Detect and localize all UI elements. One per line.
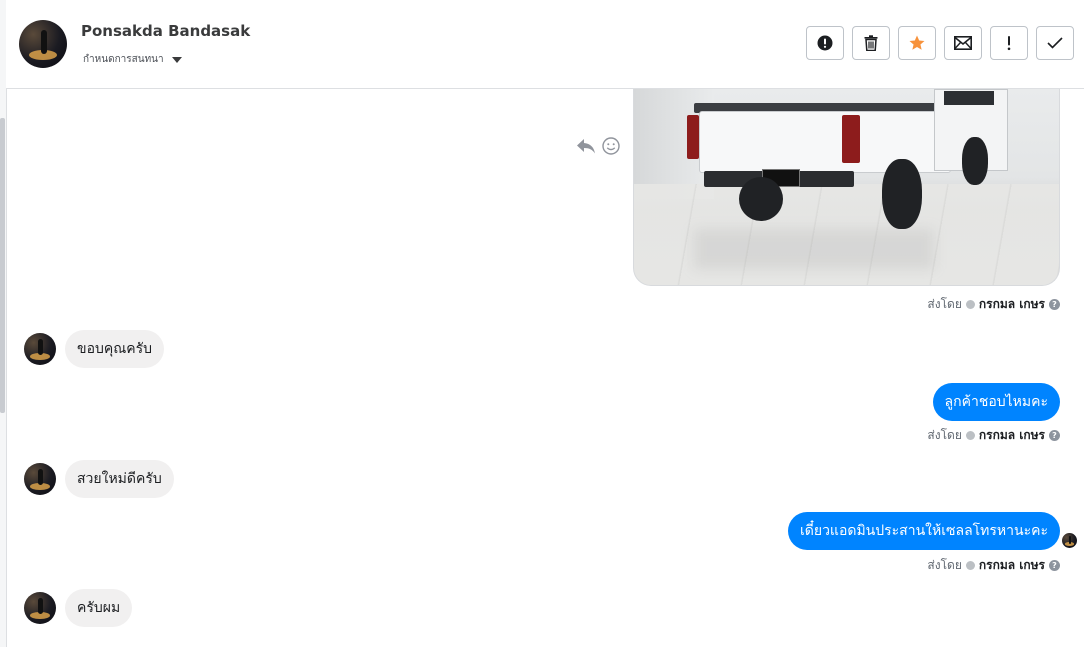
- sent-by-label: ส่งโดย: [927, 558, 962, 572]
- agent-name[interactable]: กรกมล เกษร: [979, 556, 1045, 575]
- help-icon[interactable]: ?: [1049, 299, 1060, 310]
- seen-receipt-avatar: [1062, 533, 1077, 548]
- trash-icon: [864, 35, 878, 51]
- conversation-header: Ponsakda Bandasak กำหนดการสนทนา: [6, 0, 1084, 89]
- incoming-message: ขอบคุณครับ: [24, 330, 164, 368]
- contact-avatar[interactable]: [19, 20, 67, 68]
- help-icon[interactable]: ?: [1049, 430, 1060, 441]
- outgoing-message-bubble[interactable]: ลูกค้าชอบไหมคะ: [932, 383, 1060, 421]
- sender-avatar[interactable]: [24, 463, 56, 495]
- message-bubble[interactable]: ขอบคุณครับ: [65, 330, 164, 368]
- incoming-message: ครับผม: [24, 589, 133, 627]
- verified-dot-icon: [965, 431, 975, 440]
- help-icon[interactable]: ?: [1049, 560, 1060, 571]
- scrollbar-thumb[interactable]: [0, 118, 5, 413]
- conversation-toolbar: [806, 26, 1074, 60]
- verified-dot-icon: [965, 561, 975, 570]
- star-icon: [909, 35, 925, 50]
- verified-dot-icon: [965, 300, 975, 309]
- follow-up-button[interactable]: [990, 26, 1028, 60]
- agent-name[interactable]: กรกมล เกษร: [979, 426, 1045, 445]
- agent-name[interactable]: กรกมล เกษร: [979, 295, 1045, 314]
- report-spam-button[interactable]: [806, 26, 844, 60]
- message-bubble[interactable]: ครับผม: [65, 589, 133, 627]
- contact-name[interactable]: Ponsakda Bandasak: [81, 22, 250, 40]
- sent-by-meta: ส่งโดย กรกมล เกษร ?: [927, 426, 1060, 445]
- sent-by-meta: ส่งโดย กรกมล เกษร ?: [927, 295, 1060, 314]
- sent-by-label: ส่งโดย: [927, 428, 962, 442]
- star-button[interactable]: [898, 26, 936, 60]
- mark-unread-button[interactable]: [944, 26, 982, 60]
- mark-done-button[interactable]: [1036, 26, 1074, 60]
- outgoing-message-bubble[interactable]: เดี๋ยวแอดมินประสานให้เซลลโทรหานะคะ: [787, 512, 1060, 550]
- reply-icon[interactable]: [576, 137, 596, 155]
- conversation-settings-label: กำหนดการสนทนา: [83, 54, 164, 65]
- exclamation-circle-icon: [817, 35, 833, 51]
- sender-avatar[interactable]: [24, 592, 56, 624]
- sender-avatar[interactable]: [24, 333, 56, 365]
- attached-photo[interactable]: [633, 89, 1060, 286]
- caret-down-icon: [171, 56, 182, 63]
- message-hover-actions: [576, 137, 620, 155]
- message-bubble[interactable]: สวยใหม่ดีครับ: [65, 460, 174, 498]
- delete-button[interactable]: [852, 26, 890, 60]
- checkmark-icon: [1047, 37, 1063, 49]
- sent-by-meta: ส่งโดย กรกมล เกษร ?: [927, 556, 1060, 575]
- conversation-settings-dropdown[interactable]: กำหนดการสนทนา: [83, 52, 182, 67]
- react-emoji-icon[interactable]: [602, 137, 620, 155]
- envelope-icon: [954, 36, 972, 50]
- incoming-message: สวยใหม่ดีครับ: [24, 460, 174, 498]
- exclamation-icon: [1007, 36, 1011, 51]
- message-thread: ส่งโดย กรกมล เกษร ? ขอบคุณครับ ลูกค้าชอบ…: [6, 89, 1084, 647]
- sent-by-label: ส่งโดย: [927, 297, 962, 311]
